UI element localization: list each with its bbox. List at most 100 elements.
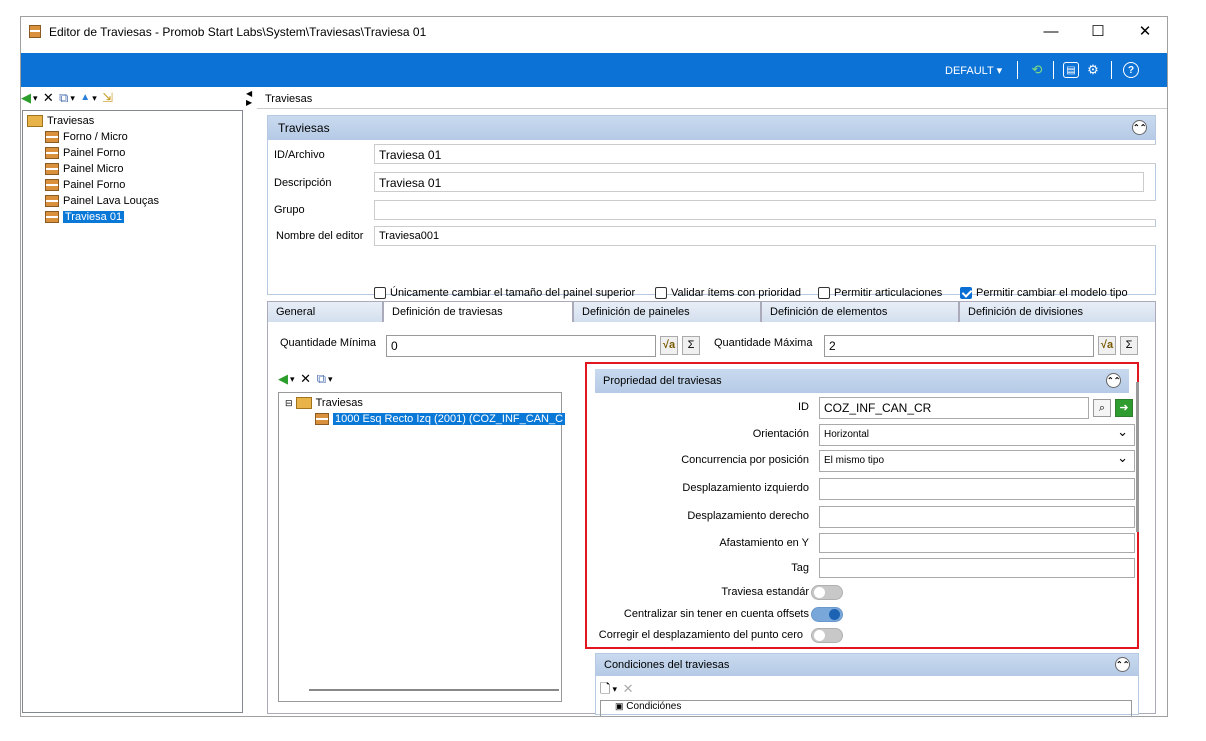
collapse-icon[interactable]: ⌃⌃ (1106, 373, 1121, 388)
max-quantity-input[interactable]: 2 (824, 335, 1094, 357)
prop-row-id: ID COZ_INF_CAN_CR ⌕ ➜ (595, 397, 1133, 419)
prop-row-zero: Corregir el desplazamiento del punto cer… (595, 625, 1127, 647)
collapse-icon[interactable]: ⌃⌃ (1115, 657, 1130, 672)
prop-label: Corregir el desplazamiento del punto cer… (598, 629, 803, 641)
subtree-item-label: 1000 Esq Recto Izq (2001) (COZ_INF_CAN_C (333, 413, 566, 425)
tree-item[interactable]: Painel Micro (27, 161, 238, 177)
tab-general[interactable]: General (267, 301, 383, 323)
prop-row-y-spacing: Afastamiento en Y (595, 533, 1135, 555)
new-document-icon[interactable]: 🗋 (600, 681, 610, 697)
grupo-input[interactable] (374, 200, 1156, 220)
gears-icon[interactable]: ⚙ (1085, 62, 1101, 78)
tab-traviesas[interactable]: Definición de traviesas (383, 301, 573, 324)
traviesa-icon (315, 413, 329, 426)
chevron-down-icon[interactable]: ▾ (290, 371, 295, 387)
zero-toggle[interactable] (811, 628, 843, 643)
tree-root[interactable]: Traviesas (27, 113, 238, 129)
chevron-down-icon: ▾ (996, 65, 1003, 77)
chevron-down-icon[interactable]: ▾ (33, 90, 38, 106)
checkbox-resize-top[interactable]: Únicamente cambiar el tamaño del painel … (374, 287, 635, 300)
checkbox-articulations[interactable]: Permitir articulaciones (818, 287, 943, 300)
chevron-down-icon[interactable]: ▾ (70, 90, 75, 106)
chevron-down-icon[interactable]: ▾ (328, 371, 333, 387)
field-label: Nombre del editor (276, 230, 364, 242)
collapse-icon[interactable]: ⌃⌃ (1132, 120, 1147, 135)
profile-dropdown[interactable]: DEFAULT ▾ (945, 64, 1002, 77)
prop-row-orientation: Orientación Horizontal (595, 424, 1135, 446)
editor-name-input[interactable]: Traviesa001 (374, 226, 1156, 246)
sum-button[interactable]: Σ (1120, 336, 1138, 355)
concurrency-select[interactable]: El mismo tipo (819, 450, 1135, 472)
prop-row-right-offset: Desplazamiento derecho (595, 506, 1135, 528)
subtree-item-selected[interactable]: 1000 Esq Recto Izq (2001) (COZ_INF_CAN_C (285, 411, 566, 427)
left-offset-input[interactable] (819, 478, 1135, 500)
checkbox-label: Permitir cambiar el modelo tipo (976, 287, 1128, 299)
checkbox-change-model[interactable]: Permitir cambiar el modelo tipo (960, 287, 1128, 300)
copy-icon[interactable]: ⧉ (59, 90, 68, 106)
field-label: Grupo (274, 204, 305, 216)
close-button[interactable]: ✕ (1125, 21, 1165, 43)
sum-button[interactable]: Σ (682, 336, 700, 355)
descripcion-input[interactable]: Traviesa 01 (374, 172, 1144, 192)
properties-panel: Propriedad del traviesas ⌃⌃ ID COZ_INF_C… (585, 362, 1139, 649)
help-icon[interactable]: ? (1123, 62, 1139, 78)
properties-title: Propriedad del traviesas (603, 375, 722, 387)
condition-item[interactable]: Condiciónes (626, 701, 681, 712)
chevron-down-icon[interactable]: ▾ (612, 681, 617, 697)
right-panel: Traviesas Traviesas ⌃⌃ ID/Archivo Travie… (257, 89, 1167, 716)
maximize-button[interactable]: ☐ (1078, 21, 1118, 43)
tag-input[interactable] (819, 558, 1135, 578)
subtree-root[interactable]: ⊟ Traviesas (285, 395, 555, 411)
back-icon[interactable]: ◀ (21, 90, 31, 106)
tab-divisiones[interactable]: Definición de divisiones (959, 301, 1156, 323)
back-icon[interactable]: ◀ (278, 371, 288, 387)
tree-item[interactable]: Painel Forno (27, 145, 238, 161)
tree-item-label: Painel Micro (63, 163, 124, 175)
tab-elementos[interactable]: Definición de elementos (761, 301, 959, 323)
standard-toggle[interactable] (811, 585, 843, 600)
tree-item-label: Traviesa 01 (63, 211, 125, 223)
prop-label: Orientación (752, 428, 809, 440)
go-icon[interactable]: ➜ (1115, 399, 1133, 417)
traviesas-subtree: ⊟ Traviesas 1000 Esq Recto Izq (2001) (C… (278, 392, 566, 702)
y-spacing-input[interactable] (819, 533, 1135, 553)
delete-icon[interactable]: ✕ (300, 371, 311, 387)
tab-paineles[interactable]: Definición de paineles (573, 301, 761, 323)
checkbox-label: Permitir articulaciones (834, 287, 943, 299)
copy-icon[interactable]: ⧉ (317, 371, 326, 387)
orientation-select[interactable]: Horizontal (819, 424, 1135, 446)
refresh-icon[interactable]: ⟲ (1029, 62, 1045, 78)
export-icon[interactable]: ⇲ (102, 90, 113, 106)
right-offset-input[interactable] (819, 506, 1135, 528)
panel-icon[interactable]: ▤ (1063, 62, 1079, 78)
delete-icon[interactable]: ✕ (623, 681, 634, 697)
editor-window: Editor de Traviesas - Promob Start Labs\… (20, 16, 1168, 717)
checkbox-icon (818, 287, 830, 300)
tree-item-selected[interactable]: Traviesa 01 (27, 209, 238, 225)
move-up-icon[interactable]: ▲ (80, 90, 90, 106)
conditions-toolbar: 🗋 ▾ ✕ (600, 680, 636, 698)
ribbon-divider (1111, 61, 1112, 79)
chevron-down-icon[interactable]: ▾ (92, 90, 97, 106)
collapse-splitter[interactable]: ◀ ▶ (246, 89, 255, 107)
delete-icon[interactable]: ✕ (43, 90, 54, 106)
prop-row-standard: Traviesa estandár (595, 582, 1127, 604)
collapse-icon[interactable]: ⊟ (285, 398, 293, 408)
formula-button[interactable]: √a (1098, 336, 1116, 355)
tree-item[interactable]: Painel Forno (27, 177, 238, 193)
tree-item[interactable]: Forno / Micro (27, 129, 238, 145)
min-quantity-input[interactable]: 0 (386, 335, 656, 357)
id-archivo-input[interactable]: Traviesa 01 (374, 144, 1156, 164)
minimize-button[interactable]: — (1031, 21, 1071, 43)
checkbox-label: Validar ítems con prioridad (671, 287, 802, 299)
horizontal-scrollbar[interactable] (309, 689, 559, 691)
traviesa-icon (45, 195, 59, 208)
vertical-scrollbar[interactable] (1136, 382, 1139, 532)
checkbox-validate-priority[interactable]: Validar ítems con prioridad (655, 287, 802, 300)
binoculars-icon[interactable]: ⌕ (1093, 399, 1111, 417)
id-input[interactable]: COZ_INF_CAN_CR (819, 397, 1089, 419)
formula-button[interactable]: √a (660, 336, 678, 355)
conditions-list: ▣ Condiciónes (600, 700, 1132, 716)
tree-item[interactable]: Painel Lava Louças (27, 193, 238, 209)
center-toggle[interactable] (811, 607, 843, 622)
